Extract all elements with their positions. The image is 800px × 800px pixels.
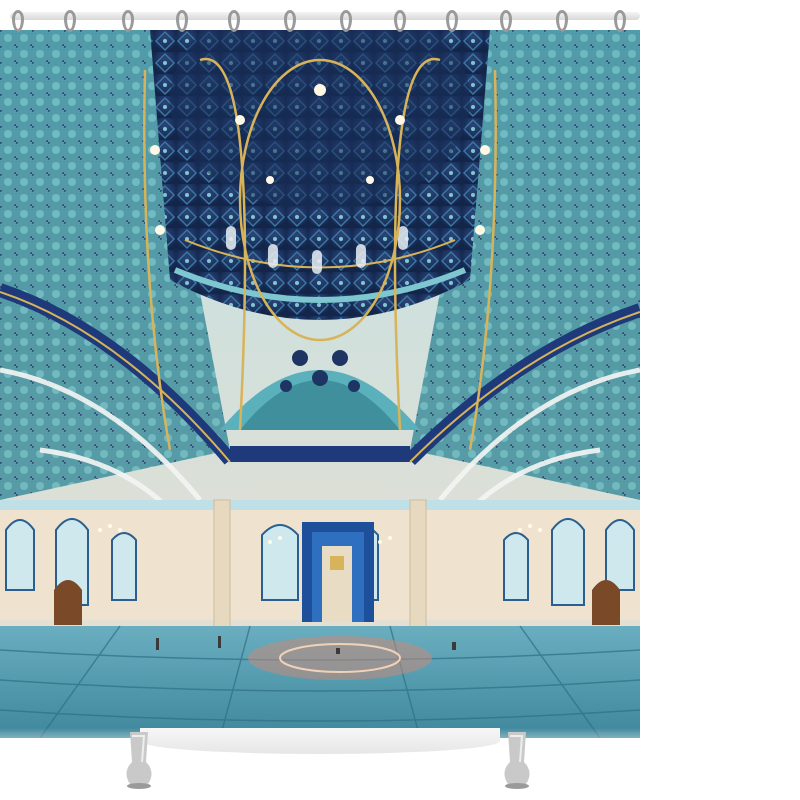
curtain-ring-icon bbox=[12, 10, 24, 32]
bathtub-rim bbox=[140, 728, 500, 754]
curtain-ring-icon bbox=[228, 10, 240, 32]
tub-foot-icon bbox=[126, 732, 152, 789]
curtain-rod bbox=[10, 12, 640, 20]
product-image bbox=[0, 0, 800, 800]
shower-curtain bbox=[0, 30, 640, 738]
curtain-ring-icon bbox=[176, 10, 188, 32]
curtain-ring-icon bbox=[500, 10, 512, 32]
curtain-ring-icon bbox=[394, 10, 406, 32]
curtain-ring-icon bbox=[446, 10, 458, 32]
curtain-ring-icon bbox=[122, 10, 134, 32]
tub-foot-icon bbox=[504, 732, 530, 789]
curtain-ring-icon bbox=[556, 10, 568, 32]
mosque-interior-print bbox=[0, 30, 640, 738]
curtain-ring-icon bbox=[64, 10, 76, 32]
curtain-ring-icon bbox=[340, 10, 352, 32]
curtain-ring-icon bbox=[284, 10, 296, 32]
curtain-ring-icon bbox=[614, 10, 626, 32]
